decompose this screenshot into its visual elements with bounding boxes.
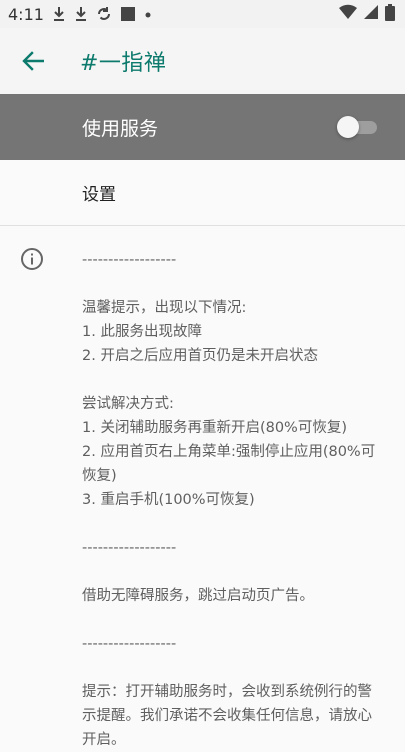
app-bar: #一指禅 <box>0 28 405 94</box>
status-time: 4:11 <box>8 4 44 24</box>
settings-row[interactable]: 设置 <box>0 160 405 226</box>
status-bar-left: 4:11 <box>8 5 152 24</box>
info-section: ------------------ 温馨提示，出现以下情况: 1. 此服务出现… <box>0 226 405 752</box>
back-button[interactable] <box>20 48 46 74</box>
download-icon <box>52 6 66 22</box>
settings-label: 设置 <box>82 185 116 205</box>
app-notification-icon <box>120 6 136 22</box>
use-service-row[interactable]: 使用服务 <box>0 94 405 160</box>
use-service-switch[interactable] <box>337 116 377 138</box>
info-icon <box>20 247 44 275</box>
page-title: #一指禅 <box>80 51 167 76</box>
status-bar: 4:11 <box>0 0 405 28</box>
switch-thumb <box>337 116 359 138</box>
more-notifications-icon <box>144 6 152 22</box>
battery-icon <box>385 3 395 25</box>
use-service-label: 使用服务 <box>82 117 159 140</box>
arrow-left-icon <box>22 51 44 71</box>
wifi-icon <box>339 4 357 24</box>
info-description: ------------------ 温馨提示，出现以下情况: 1. 此服务出现… <box>82 252 376 748</box>
sync-icon <box>96 6 112 22</box>
status-bar-right <box>339 3 395 25</box>
signal-icon <box>363 4 379 24</box>
download-icon <box>74 6 88 22</box>
